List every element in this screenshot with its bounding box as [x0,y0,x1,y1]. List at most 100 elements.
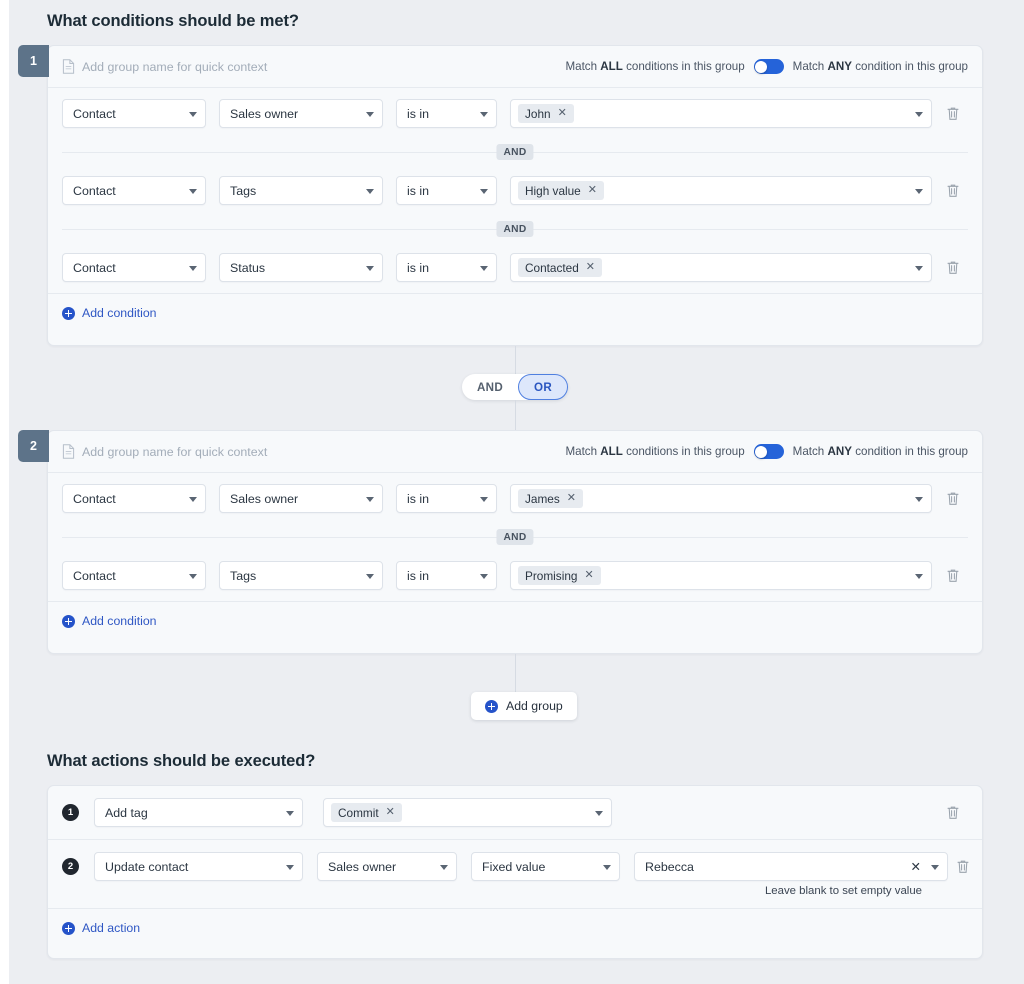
add-condition-row: Add condition [48,293,982,332]
action-type-select[interactable]: Update contact [94,852,303,881]
condition-field-select[interactable]: Tags [219,561,383,590]
match-all-label: Match ALL conditions in this group [565,60,744,73]
chevron-down-icon [366,497,374,502]
separator-label: AND [496,221,533,237]
conditions-section-title: What conditions should be met? [47,12,299,31]
condition-operator-value: is in [407,261,429,275]
condition-field-value: Tags [230,569,256,583]
match-any-label: Match ANY condition in this group [793,445,968,458]
trash-icon [946,106,960,121]
condition-field-value: Sales owner [230,492,298,506]
chip-remove-icon[interactable]: ✕ [588,185,597,196]
condition-object-select[interactable]: Contact [62,176,206,205]
condition-operator-select[interactable]: is in [396,484,497,513]
condition-row: Contact Status is in Contacted ✕ [48,242,982,293]
plus-circle-icon [62,615,75,628]
condition-field-select[interactable]: Sales owner [219,484,383,513]
condition-value-select[interactable]: Promising ✕ [510,561,932,590]
chip-remove-icon[interactable]: ✕ [567,493,576,504]
condition-object-select[interactable]: Contact [62,99,206,128]
group-join-or-option[interactable]: OR [518,374,568,400]
action-type-select[interactable]: Add tag [94,798,303,827]
add-action-button[interactable]: Add action [62,921,140,935]
condition-field-value: Status [230,261,265,275]
value-chip: High value ✕ [518,181,604,200]
condition-field-select[interactable]: Sales owner [219,99,383,128]
action-row-wrapper: 2 Update contact Sales owner Fixed value… [48,839,982,908]
condition-value-select[interactable]: John ✕ [510,99,932,128]
add-group-button[interactable]: Add group [471,692,577,720]
condition-field-select[interactable]: Status [219,253,383,282]
group-name-input[interactable]: Add group name for quick context [82,60,565,74]
chevron-down-icon [189,574,197,579]
group-join-and-option[interactable]: AND [462,374,518,400]
delete-action-button[interactable] [948,859,978,874]
condition-value-select[interactable]: James ✕ [510,484,932,513]
trash-icon [956,859,970,874]
condition-group-1: 1 Add group name for quick context Match… [47,45,983,346]
chip-remove-icon[interactable]: ✕ [386,807,395,818]
chevron-down-icon [915,574,923,579]
chip-remove-icon[interactable]: ✕ [586,262,595,273]
condition-value-select[interactable]: High value ✕ [510,176,932,205]
chip-remove-icon[interactable]: ✕ [558,108,567,119]
delete-action-button[interactable] [938,805,968,820]
chip-remove-icon[interactable]: ✕ [584,570,593,581]
condition-operator-value: is in [407,569,429,583]
group-number-badge: 2 [18,430,49,462]
value-chip: Commit ✕ [331,803,402,822]
value-chip-label: John [525,107,551,121]
condition-operator-select[interactable]: is in [396,253,497,282]
trash-icon [946,491,960,506]
match-all-label: Match ALL conditions in this group [565,445,744,458]
add-condition-button[interactable]: Add condition [62,306,157,320]
condition-operator-select[interactable]: is in [396,99,497,128]
value-chip: John ✕ [518,104,574,123]
chevron-down-icon [480,112,488,117]
group-header: Add group name for quick context Match A… [48,46,982,88]
actions-section-title: What actions should be executed? [47,752,315,771]
condition-row: Contact Sales owner is in John ✕ [48,88,982,139]
trash-icon [946,260,960,275]
toggle-knob [755,446,767,458]
condition-object-select[interactable]: Contact [62,253,206,282]
workflow-builder-page: What conditions should be met? 1 Add gro… [0,0,1024,984]
delete-condition-button[interactable] [938,106,968,121]
match-mode-toggle[interactable] [754,444,784,459]
delete-condition-button[interactable] [938,491,968,506]
action-value-input[interactable]: Rebecca ✕ [634,852,948,881]
chevron-down-icon [595,811,603,816]
action-mode-select[interactable]: Fixed value [471,852,620,881]
value-chip-label: Promising [525,569,577,583]
delete-condition-button[interactable] [938,260,968,275]
condition-operator-select[interactable]: is in [396,561,497,590]
condition-object-value: Contact [73,107,116,121]
chevron-down-icon [366,266,374,271]
condition-object-select[interactable]: Contact [62,561,206,590]
condition-object-value: Contact [73,184,116,198]
condition-field-select[interactable]: Tags [219,176,383,205]
action-field-select[interactable]: Sales owner [317,852,457,881]
condition-separator: AND [62,524,968,550]
chevron-down-icon [189,497,197,502]
action-field-value: Sales owner [328,860,396,874]
add-action-label: Add action [82,921,140,935]
condition-operator-value: is in [407,492,429,506]
action-tag-select[interactable]: Commit ✕ [323,798,612,827]
condition-value-select[interactable]: Contacted ✕ [510,253,932,282]
add-action-row: Add action [48,908,982,947]
delete-condition-button[interactable] [938,568,968,583]
chevron-down-icon [440,865,448,870]
condition-operator-select[interactable]: is in [396,176,497,205]
match-mode-toggle[interactable] [754,59,784,74]
condition-object-select[interactable]: Contact [62,484,206,513]
empty-value-hint: Leave blank to set empty value [48,885,982,908]
delete-condition-button[interactable] [938,183,968,198]
group-name-input[interactable]: Add group name for quick context [82,445,565,459]
add-condition-button[interactable]: Add condition [62,614,157,628]
value-chip: Promising ✕ [518,566,601,585]
plus-circle-icon [62,307,75,320]
clear-icon[interactable]: ✕ [911,860,921,873]
chevron-down-icon [603,865,611,870]
add-condition-label: Add condition [82,614,157,628]
